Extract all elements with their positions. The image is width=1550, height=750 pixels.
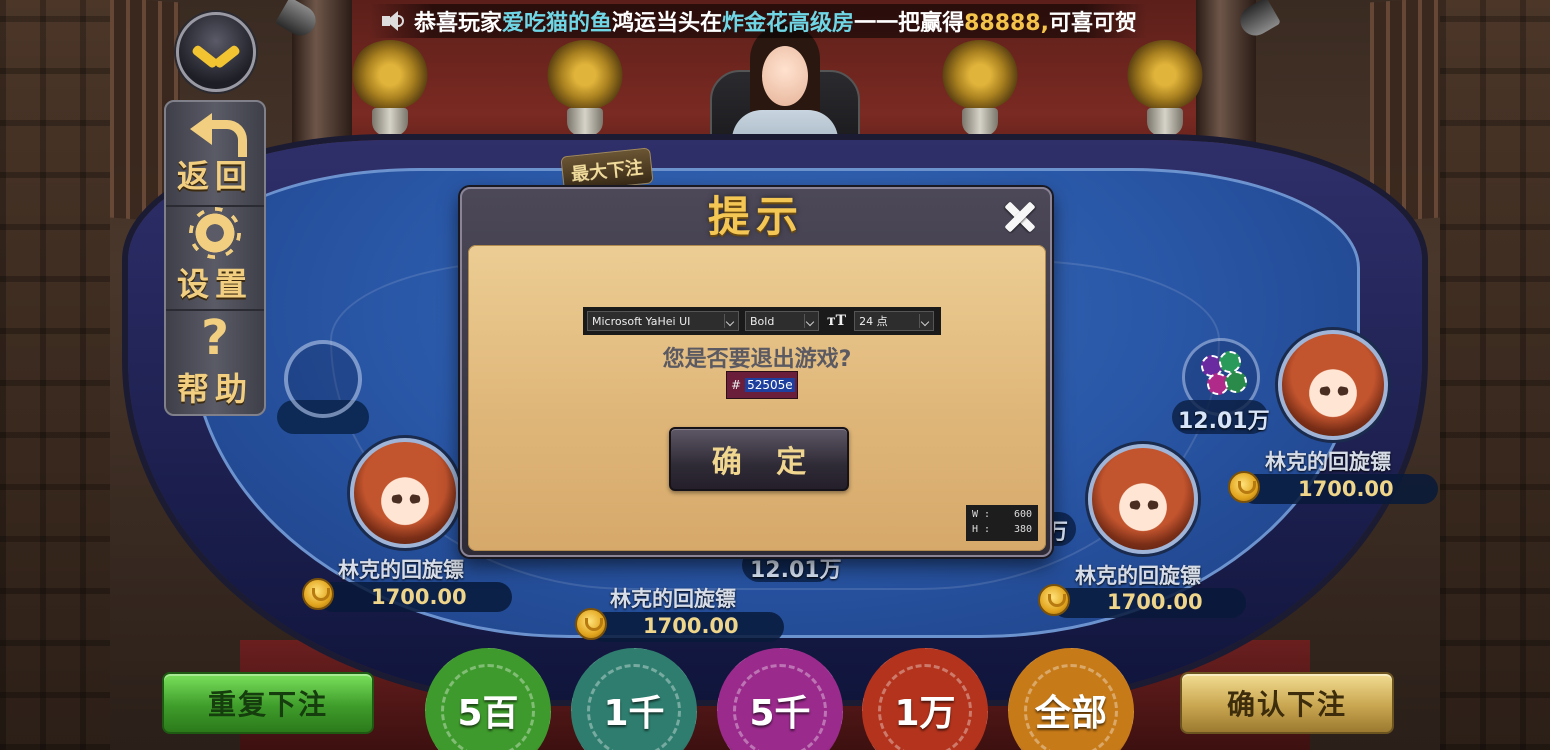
font-size-value: 24 点 — [859, 315, 888, 328]
confirm-button[interactable]: 确 定 — [669, 427, 849, 491]
settings-button[interactable]: 设置 — [166, 207, 264, 312]
dimension-readout: W : 600 H : 380 — [966, 505, 1038, 541]
font-toolbar: Microsoft YaHei UI Bold тT 24 点 — [583, 307, 941, 335]
plant-decoration — [545, 40, 625, 140]
coin-icon — [1228, 471, 1260, 503]
player-coins: 1700.00 — [1298, 477, 1394, 501]
player-avatar[interactable] — [1088, 444, 1198, 554]
chevron-down-icon — [804, 314, 816, 328]
side-menu: 返回 设置 ? 帮助 — [164, 100, 266, 416]
chevron-down-icon — [196, 39, 236, 65]
player-name: 林克的回旋镖 — [338, 558, 464, 582]
plant-decoration — [1125, 40, 1205, 140]
coin-icon — [302, 578, 334, 610]
folding-screen-right — [1370, 0, 1440, 223]
chip-label: 1千 — [603, 693, 665, 734]
font-weight-select[interactable]: Bold — [745, 311, 819, 331]
help-label: 帮助 — [176, 369, 253, 408]
player-coins: 1700.00 — [643, 614, 739, 638]
coin-icon — [575, 608, 607, 640]
empty-seat[interactable] — [284, 340, 362, 418]
width-value: 600 — [1013, 509, 1032, 520]
coin-icon — [1038, 584, 1070, 616]
left-wall-panel — [0, 0, 110, 750]
chip-label: 全部 — [1034, 693, 1107, 734]
right-wall-panel — [1440, 0, 1550, 750]
player-coins: 1700.00 — [1107, 590, 1203, 614]
hex-value: 52505e — [745, 378, 795, 392]
chip-label: 5百 — [457, 693, 519, 734]
question-mark-icon: ? — [201, 309, 229, 366]
height-value: 380 — [1013, 524, 1032, 535]
help-button[interactable]: ? 帮助 — [166, 311, 264, 414]
font-weight-value: Bold — [750, 314, 775, 328]
menu-toggle-button[interactable] — [176, 12, 256, 92]
marquee-room-name: 炸金花高级房 — [722, 11, 855, 36]
marquee-text: 鸿运当头在 — [612, 11, 723, 36]
player-avatar[interactable] — [350, 438, 460, 548]
player-bet: 12.01万 — [1178, 409, 1270, 434]
close-icon[interactable] — [1000, 197, 1040, 237]
plant-decoration — [350, 40, 430, 140]
repeat-bet-button[interactable]: 重复下注 — [162, 672, 374, 734]
exit-confirm-dialog: 提示 Microsoft YaHei UI Bold тT 24 点 您是否要退… — [460, 187, 1052, 557]
height-label: H : — [972, 524, 991, 535]
spotlight-icon — [262, 0, 322, 41]
width-label: W : — [972, 509, 991, 520]
chevron-down-icon — [919, 314, 931, 328]
marquee-text: 一一把赢得 — [854, 11, 965, 36]
announcement-marquee: 恭喜玩家爱吃猫的鱼鸿运当头在炸金花高级房一一把赢得88888,可喜可贺 — [370, 4, 1147, 38]
hex-color-field[interactable]: # 52505e — [726, 371, 798, 399]
font-size-select[interactable]: 24 点 — [854, 311, 935, 331]
marquee-player-name: 爱吃猫的鱼 — [502, 11, 613, 36]
player-name: 林克的回旋镖 — [610, 587, 736, 611]
marquee-text: 可喜可贺 — [1048, 11, 1137, 36]
speaker-icon — [380, 10, 404, 32]
gear-icon — [193, 211, 237, 255]
chip-label: 5千 — [749, 693, 811, 734]
settings-label: 设置 — [176, 265, 253, 303]
marquee-amount: 88888, — [964, 11, 1049, 36]
hex-prefix: # — [731, 378, 742, 392]
font-family-value: Microsoft YaHei UI — [592, 314, 691, 328]
back-arrow-icon — [190, 109, 247, 158]
font-family-select[interactable]: Microsoft YaHei UI — [587, 311, 739, 331]
text-size-icon: тT — [827, 313, 847, 329]
dialog-question: 您是否要退出游戏? — [662, 347, 852, 372]
confirm-bet-button[interactable]: 确认下注 — [1180, 672, 1394, 734]
dialog-title: 提示 — [707, 192, 804, 241]
player-coins: 1700.00 — [371, 585, 467, 609]
spotlight-icon — [1234, 0, 1296, 41]
player-name: 林克的回旋镖 — [1265, 450, 1391, 474]
back-button[interactable]: 返回 — [166, 102, 264, 207]
dialog-body: Microsoft YaHei UI Bold тT 24 点 您是否要退出游戏… — [468, 245, 1046, 551]
marquee-text: 恭喜玩家 — [414, 11, 503, 36]
chevron-down-icon — [724, 314, 736, 328]
plant-decoration — [940, 40, 1020, 140]
back-label: 返回 — [176, 157, 253, 196]
player-avatar[interactable] — [1278, 330, 1388, 440]
player-name: 林克的回旋镖 — [1075, 564, 1201, 588]
chip-label: 1万 — [894, 693, 956, 734]
